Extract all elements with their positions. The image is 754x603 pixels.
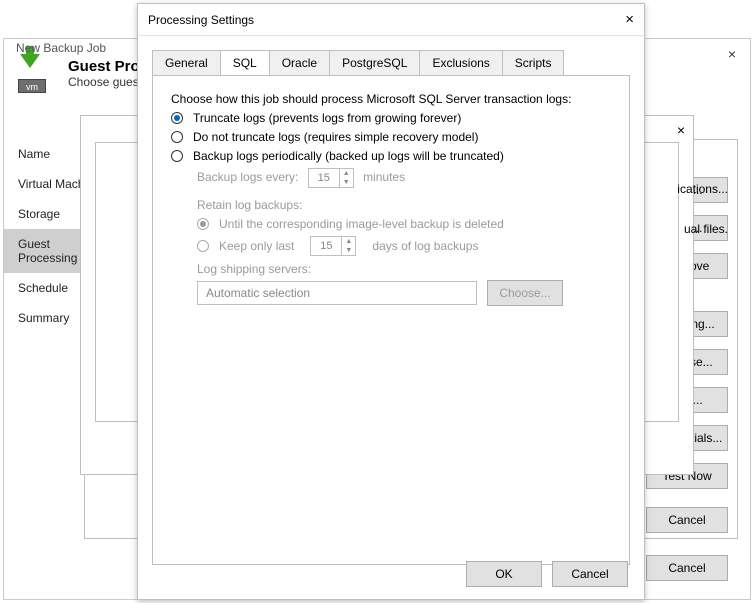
wizard-logo: vm	[14, 51, 58, 95]
tab-postgresql[interactable]: PostgreSQL	[329, 50, 420, 75]
tab-general[interactable]: General	[152, 50, 221, 75]
ship-label: Log shipping servers:	[197, 262, 611, 276]
tab-scripts[interactable]: Scripts	[502, 50, 565, 75]
radio-backup-periodically[interactable]	[171, 150, 183, 162]
radio-keep-only-post: days of log backups	[372, 239, 478, 253]
radio-retain-until	[197, 218, 209, 230]
backup-every-spinner: 15 ▲▼	[308, 168, 354, 188]
radio-keep-only	[197, 240, 209, 252]
wizard-cancel-button[interactable]: Cancel	[646, 555, 728, 581]
radio-truncate[interactable]	[171, 112, 183, 124]
dialog-close-icon[interactable]: ×	[625, 11, 634, 28]
tab-sql[interactable]: SQL	[220, 50, 270, 75]
sql-intro: Choose how this job should process Micro…	[171, 92, 611, 106]
ship-input: Automatic selection	[197, 281, 477, 305]
radio-no-truncate-label: Do not truncate logs (requires simple re…	[193, 130, 478, 144]
applications-close-icon[interactable]: ×	[677, 122, 685, 138]
wizard-title: New Backup Job	[16, 41, 106, 55]
processing-settings-dialog: Processing Settings × GeneralSQLOraclePo…	[137, 3, 645, 600]
choose-button: Choose...	[487, 280, 563, 306]
wizard-close-icon[interactable]: ×	[718, 45, 746, 65]
backup-every-label: Backup logs every:	[197, 170, 298, 184]
inner-cancel-button[interactable]: Cancel	[646, 507, 728, 533]
backup-every-unit: minutes	[363, 170, 405, 184]
txt-fragment: ual files.	[668, 222, 728, 236]
cancel-button[interactable]: Cancel	[552, 561, 628, 587]
radio-keep-only-pre: Keep only last	[219, 239, 294, 253]
tab-exclusions[interactable]: Exclusions	[419, 50, 502, 75]
chevron-up-icon: ▲	[340, 169, 353, 178]
radio-truncate-label: Truncate logs (prevents logs from growin…	[193, 111, 461, 125]
radio-retain-until-label: Until the corresponding image-level back…	[219, 217, 504, 231]
chevron-down-icon: ▼	[340, 178, 353, 187]
retain-label: Retain log backups:	[197, 198, 611, 212]
radio-backup-periodically-label: Backup logs periodically (backed up logs…	[193, 149, 504, 163]
txt-fragment: ications...	[668, 182, 728, 196]
dialog-title: Processing Settings	[148, 13, 254, 27]
radio-no-truncate[interactable]	[171, 131, 183, 143]
keep-only-spinner: 15 ▲▼	[310, 236, 356, 256]
tab-oracle[interactable]: Oracle	[269, 50, 330, 75]
ok-button[interactable]: OK	[466, 561, 542, 587]
